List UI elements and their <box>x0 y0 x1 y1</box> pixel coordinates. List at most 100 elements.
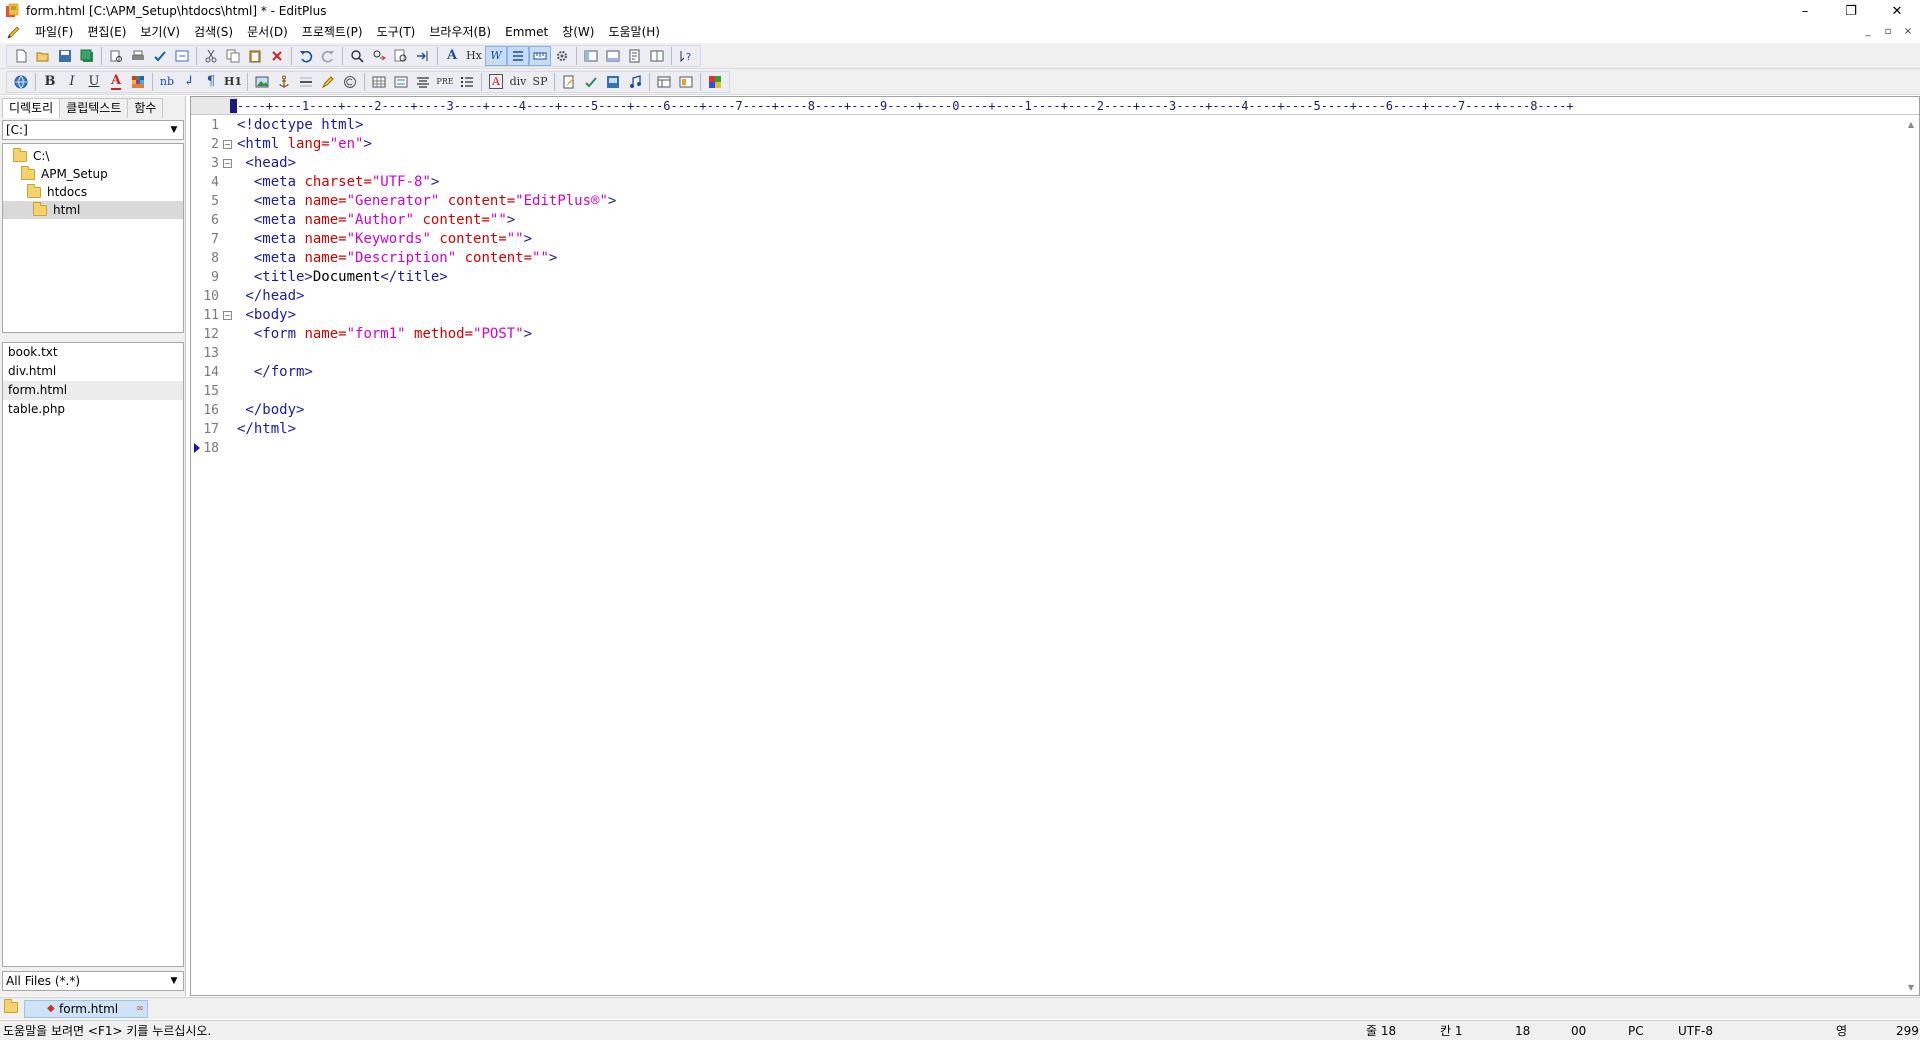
minimize-button[interactable]: – <box>1782 0 1828 22</box>
status-line[interactable]: 줄 18 <box>1366 1021 1396 1040</box>
tab-form-html[interactable]: ◆ form.html ∞ <box>24 1000 148 1018</box>
print-preview-icon[interactable] <box>105 46 127 66</box>
file-list[interactable]: book.txt div.html form.html table.php <box>2 342 184 967</box>
table-icon[interactable] <box>368 72 390 92</box>
list-icon[interactable] <box>456 72 478 92</box>
tree-node-c-drive[interactable]: C:\ <box>13 147 49 165</box>
spell-check-icon[interactable] <box>149 46 171 66</box>
copyright-icon[interactable] <box>339 72 361 92</box>
cliptext-icon[interactable] <box>624 46 646 66</box>
menu-search[interactable]: 검색(S) <box>187 22 240 42</box>
drive-select[interactable]: [C:] ▼ <box>2 120 184 140</box>
template-icon[interactable] <box>675 72 697 92</box>
save-icon[interactable] <box>54 46 76 66</box>
validate-check-icon[interactable] <box>580 72 602 92</box>
fold-toggle-icon[interactable]: − <box>223 140 232 149</box>
font-icon[interactable]: A <box>441 46 463 66</box>
image-icon[interactable] <box>251 72 273 92</box>
print-icon[interactable] <box>127 46 149 66</box>
line-break-icon[interactable]: ↲ <box>178 72 200 92</box>
globe-icon[interactable] <box>10 72 32 92</box>
browser-preview-icon[interactable] <box>171 46 193 66</box>
vertical-scrollbar[interactable]: ▲ ▼ <box>1903 116 1919 995</box>
music-note-icon[interactable] <box>624 72 646 92</box>
pre-icon[interactable]: PRE <box>434 72 456 92</box>
horizontal-rule-icon[interactable] <box>295 72 317 92</box>
nbsp-icon[interactable]: nb <box>156 72 178 92</box>
menu-view[interactable]: 보기(V) <box>133 22 187 42</box>
tab-cliptext[interactable]: 클립텍스트 <box>59 98 129 118</box>
close-button[interactable]: ✕ <box>1874 0 1920 22</box>
menu-window[interactable]: 창(W) <box>555 22 601 42</box>
undo-icon[interactable] <box>295 46 317 66</box>
mdi-close-button[interactable]: × <box>1900 24 1916 38</box>
word-wrap-icon[interactable]: W <box>485 45 507 66</box>
mdi-minimize-button[interactable]: _ <box>1860 24 1876 38</box>
replace-icon[interactable] <box>368 46 390 66</box>
italic-icon[interactable]: I <box>61 72 83 92</box>
menu-emmet[interactable]: Emmet <box>498 22 555 42</box>
tree-node-apm-setup[interactable]: APM_Setup <box>21 165 108 183</box>
directory-tree[interactable]: C:\ APM_Setup htdocs html <box>2 143 184 333</box>
cut-icon[interactable] <box>200 46 222 66</box>
center-align-icon[interactable] <box>412 72 434 92</box>
frame-icon[interactable] <box>653 72 675 92</box>
paste-icon[interactable] <box>244 46 266 66</box>
menu-document[interactable]: 문서(D) <box>240 22 295 42</box>
edit-style-icon[interactable] <box>558 72 580 92</box>
tab-functions[interactable]: 함수 <box>127 98 164 118</box>
toggle-output-icon[interactable] <box>602 46 624 66</box>
file-filter-select[interactable]: All Files (*.*) ▼ <box>2 971 184 991</box>
code-editor[interactable]: ----+----1----+----2----+----3----+----4… <box>190 96 1920 996</box>
file-item-book-txt[interactable]: book.txt <box>3 343 183 362</box>
menu-help[interactable]: 도움말(H) <box>601 22 667 42</box>
heading-hx-icon[interactable]: Hx <box>463 46 485 66</box>
line-number-icon[interactable] <box>507 45 529 66</box>
ruler-icon[interactable] <box>529 45 551 66</box>
file-item-table-php[interactable]: table.php <box>3 400 183 419</box>
div-tag-icon[interactable]: div <box>507 72 529 92</box>
status-line-ending[interactable]: PC <box>1628 1021 1644 1040</box>
scroll-down-icon[interactable]: ▼ <box>1903 979 1919 995</box>
menu-browser[interactable]: 브라우저(B) <box>422 22 498 42</box>
anchor-icon[interactable] <box>273 72 295 92</box>
span-tag-icon[interactable]: SP <box>529 72 551 92</box>
status-encoding[interactable]: UTF-8 <box>1678 1021 1713 1040</box>
tree-node-htdocs[interactable]: htdocs <box>27 183 87 201</box>
scroll-up-icon[interactable]: ▲ <box>1903 116 1919 132</box>
menu-edit[interactable]: 편집(E) <box>80 22 133 42</box>
form-icon[interactable] <box>390 72 412 92</box>
tab-close-icon[interactable]: ∞ <box>136 1001 144 1017</box>
color-palette-icon[interactable] <box>127 72 149 92</box>
find-in-files-icon[interactable] <box>390 46 412 66</box>
redo-icon[interactable] <box>317 46 339 66</box>
window-tile-icon[interactable] <box>646 46 668 66</box>
tab-directory[interactable]: 디렉토리 <box>2 98 61 118</box>
restore-button[interactable]: ❐ <box>1828 0 1874 22</box>
paragraph-icon[interactable]: ¶ <box>200 72 222 92</box>
new-file-icon[interactable] <box>10 46 32 66</box>
font-color-icon[interactable]: A <box>105 72 127 92</box>
code-text-area[interactable]: <!doctype html> <html lang="en"> <head> … <box>237 116 1903 995</box>
help-icon[interactable]: ? <box>675 46 697 66</box>
file-item-div-html[interactable]: div.html <box>3 362 183 381</box>
bold-icon[interactable]: B <box>39 72 61 92</box>
font-tag-icon[interactable]: A <box>485 72 507 92</box>
underline-icon[interactable]: U <box>83 72 105 92</box>
copy-icon[interactable] <box>222 46 244 66</box>
settings-gear-icon[interactable] <box>551 46 573 66</box>
open-folder-icon[interactable] <box>32 46 54 66</box>
save-all-icon[interactable] <box>76 46 98 66</box>
heading-icon[interactable]: H1 <box>222 72 244 92</box>
folder-icon[interactable] <box>4 999 18 1013</box>
fold-toggle-icon[interactable]: − <box>223 159 232 168</box>
fold-toggle-icon[interactable]: − <box>223 311 232 320</box>
delete-icon[interactable] <box>266 46 288 66</box>
tree-node-html[interactable]: html <box>3 201 183 219</box>
media-icon[interactable] <box>602 72 624 92</box>
color-chart-icon[interactable] <box>704 72 726 92</box>
file-item-form-html[interactable]: form.html <box>3 381 183 400</box>
mdi-restore-button[interactable]: ▫ <box>1880 24 1896 38</box>
menu-project[interactable]: 프로젝트(P) <box>295 22 370 42</box>
find-icon[interactable] <box>346 46 368 66</box>
